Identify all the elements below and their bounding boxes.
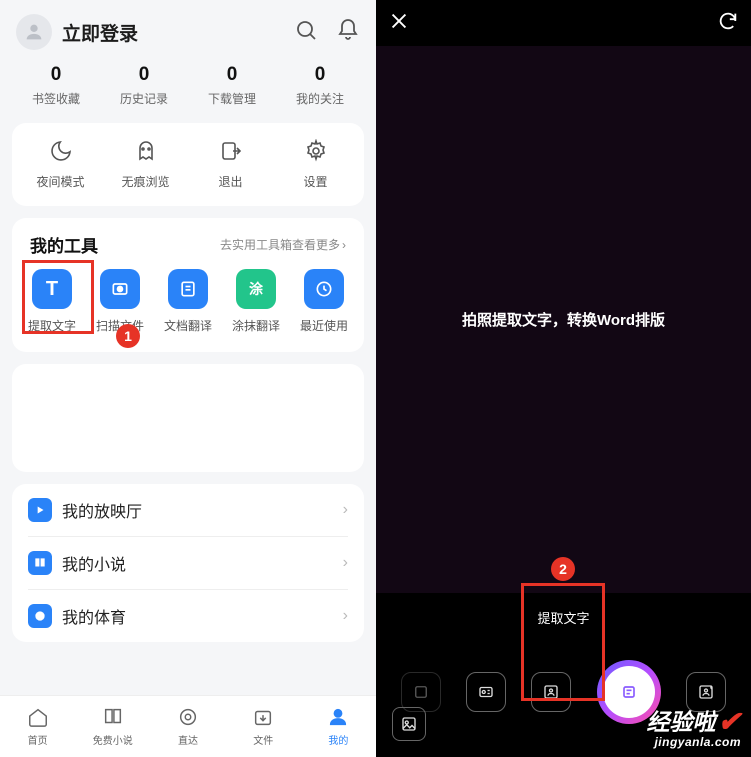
watermark: 经验啦✔ jingyanla.com — [647, 707, 741, 749]
extract-text-icon: T — [32, 269, 72, 309]
list-novel[interactable]: 我的小说 › — [12, 537, 364, 589]
play-icon — [28, 498, 52, 522]
avatar-icon — [16, 14, 52, 50]
chevron-right-icon: › — [343, 554, 348, 572]
exit[interactable]: 退出 — [188, 137, 273, 190]
chevron-right-icon: › — [343, 607, 348, 625]
cam-tool-idcard[interactable] — [466, 672, 506, 712]
step-badge-2: 2 — [551, 557, 575, 581]
profile-screen: 立即登录 0书签收藏 0历史记录 0下载管理 0我的关注 夜间模式 无痕浏览 — [0, 0, 376, 757]
cam-tool-1[interactable] — [401, 672, 441, 712]
smear-icon: 涂 — [236, 269, 276, 309]
chevron-right-icon: › — [343, 501, 348, 519]
book-icon — [28, 551, 52, 575]
tools-more-link[interactable]: 去实用工具箱查看更多› — [220, 236, 346, 253]
moon-icon — [18, 137, 103, 165]
gear-icon — [273, 137, 358, 165]
tool-extract-text[interactable]: T 提取文字 — [23, 269, 81, 334]
camera-mode-label: 提取文字 — [537, 608, 589, 627]
camera-hint: 拍照提取文字，转换Word排版 — [462, 309, 665, 330]
search-icon[interactable] — [294, 18, 318, 47]
header: 立即登录 — [0, 0, 376, 60]
login-label: 立即登录 — [62, 19, 138, 46]
gallery-button[interactable] — [392, 707, 426, 741]
clock-icon — [304, 269, 344, 309]
doc-translate-icon — [168, 269, 208, 309]
tools-title: 我的工具 — [30, 232, 98, 257]
tab-direct[interactable]: 直达 — [150, 696, 225, 757]
stat-follows[interactable]: 0我的关注 — [276, 64, 364, 107]
tools-card: 我的工具 去实用工具箱查看更多› T 提取文字 扫描文件 文档翻译 涂 — [12, 218, 364, 352]
stat-history[interactable]: 0历史记录 — [100, 64, 188, 107]
settings[interactable]: 设置 — [273, 137, 358, 190]
check-icon: ✔ — [718, 707, 741, 736]
list-cinema[interactable]: 我的放映厅 › — [12, 484, 364, 536]
refresh-icon[interactable] — [717, 10, 739, 37]
scan-icon — [100, 269, 140, 309]
content-placeholder-1 — [12, 364, 364, 472]
tool-doc-translate[interactable]: 文档翻译 — [159, 269, 217, 334]
chevron-right-icon: › — [342, 238, 346, 252]
login-area[interactable]: 立即登录 — [16, 14, 138, 50]
tool-scan-doc[interactable]: 扫描文件 — [91, 269, 149, 334]
close-icon[interactable] — [388, 10, 410, 37]
stats-row: 0书签收藏 0历史记录 0下载管理 0我的关注 — [0, 60, 376, 123]
camera-viewport: 拍照提取文字，转换Word排版 提取文字 — [376, 46, 751, 593]
ball-icon — [28, 604, 52, 628]
my-list-card: 我的放映厅 › 我的小说 › 我的体育 › — [12, 484, 364, 642]
bottom-tabbar: 首页 免费小说 直达 文件 我的 — [0, 695, 376, 757]
exit-icon — [188, 137, 273, 165]
cam-tool-person[interactable] — [531, 672, 571, 712]
tool-smear-translate[interactable]: 涂 涂抹翻译 — [227, 269, 285, 334]
bell-icon[interactable] — [336, 18, 360, 47]
tab-mine[interactable]: 我的 — [301, 696, 376, 757]
quick-actions-card: 夜间模式 无痕浏览 退出 设置 — [12, 123, 364, 206]
tab-home[interactable]: 首页 — [0, 696, 75, 757]
stat-bookmarks[interactable]: 0书签收藏 — [12, 64, 100, 107]
incognito[interactable]: 无痕浏览 — [103, 137, 188, 190]
step-badge-1: 1 — [116, 324, 140, 348]
night-mode[interactable]: 夜间模式 — [18, 137, 103, 190]
ghost-icon — [103, 137, 188, 165]
list-sports[interactable]: 我的体育 › — [12, 590, 364, 642]
tab-files[interactable]: 文件 — [226, 696, 301, 757]
stat-downloads[interactable]: 0下载管理 — [188, 64, 276, 107]
camera-topbar — [376, 0, 751, 46]
camera-screen: 拍照提取文字，转换Word排版 提取文字 2 — [376, 0, 751, 757]
tab-novel[interactable]: 免费小说 — [75, 696, 150, 757]
tool-recent[interactable]: 最近使用 — [295, 269, 353, 334]
